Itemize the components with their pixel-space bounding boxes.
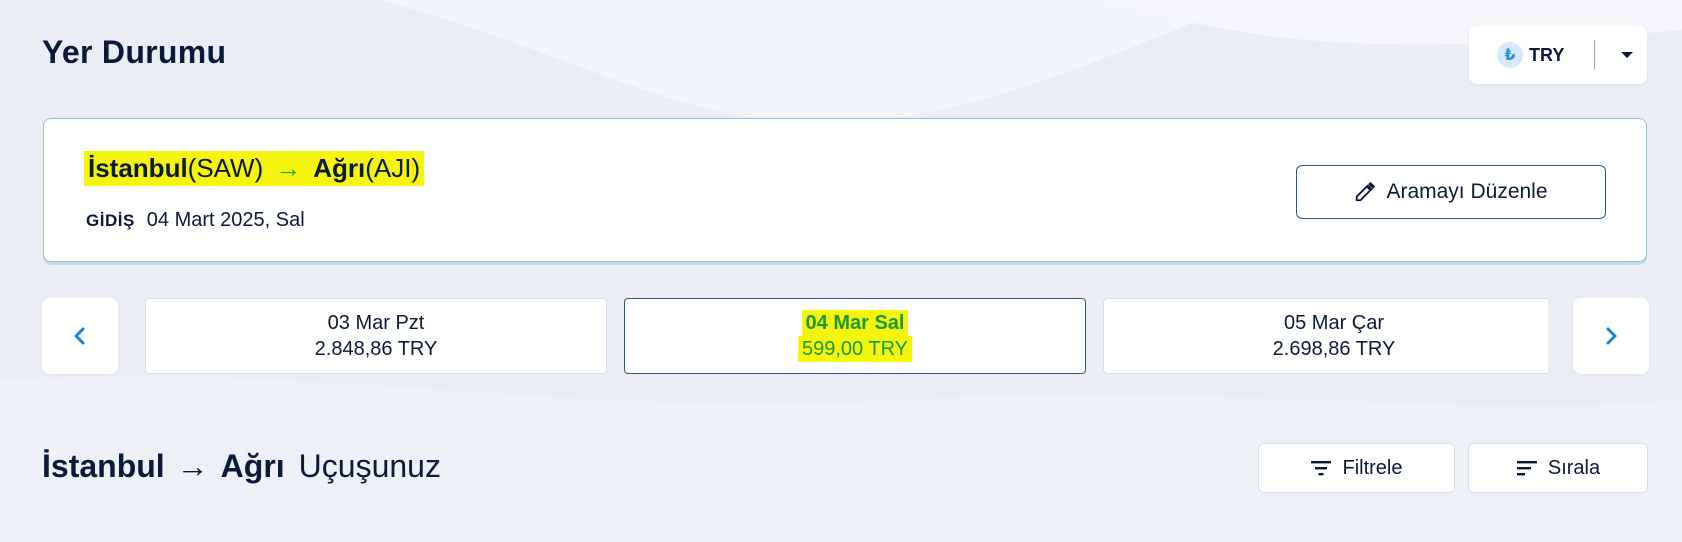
- filter-label: Filtrele: [1342, 456, 1403, 479]
- date-card[interactable]: 03 Mar Pzt 2.848,86 TRY: [145, 298, 607, 374]
- date-day: 04 Mar Sal: [801, 310, 909, 336]
- prev-date-button[interactable]: [42, 298, 118, 374]
- edit-search-label: Aramayı Düzenle: [1386, 180, 1548, 203]
- results-origin: İstanbul: [42, 448, 165, 484]
- date-day: 05 Mar Çar: [1283, 312, 1385, 334]
- currency-code: TRY: [1529, 44, 1565, 65]
- date-day: 03 Mar Pzt: [327, 312, 425, 334]
- destination-code: (AJI): [365, 153, 421, 183]
- origin-code: (SAW): [187, 153, 264, 183]
- departure-info: GİDİŞ 04 Mart 2025, Sal: [86, 209, 305, 232]
- date-card[interactable]: 05 Mar Çar 2.698,86 TRY: [1103, 298, 1548, 374]
- results-title: İstanbul → Ağrı Uçuşunuz: [42, 448, 441, 485]
- chevron-left-icon: [74, 327, 85, 345]
- filter-icon: [1311, 461, 1332, 476]
- chevron-right-icon: [1606, 327, 1617, 345]
- results-suffix: Uçuşunuz: [298, 448, 441, 484]
- sort-button[interactable]: Sırala: [1468, 443, 1648, 493]
- search-summary-card: İstanbul (SAW) → Ağrı (AJI) GİDİŞ 04 Mar…: [43, 118, 1647, 262]
- date-card-selected[interactable]: 04 Mar Sal 599,00 TRY: [624, 298, 1086, 374]
- lira-icon: ₺: [1497, 42, 1523, 68]
- divider: [1594, 40, 1596, 70]
- sort-label: Sırala: [1547, 456, 1601, 479]
- results-destination: Ağrı: [220, 448, 285, 484]
- date-price: 2.698,86 TRY: [1272, 338, 1396, 360]
- edit-search-button[interactable]: Aramayı Düzenle: [1296, 165, 1606, 219]
- origin-city: İstanbul: [88, 153, 188, 183]
- filter-button[interactable]: Filtrele: [1258, 443, 1455, 493]
- page-title: Yer Durumu: [42, 34, 227, 70]
- currency-selector[interactable]: ₺ TRY: [1469, 26, 1647, 84]
- pencil-icon: [1356, 181, 1376, 202]
- arrow-right-icon: →: [275, 153, 302, 183]
- next-date-button[interactable]: [1573, 298, 1649, 374]
- destination-city: Ağrı: [313, 153, 366, 183]
- date-price: 599,00 TRY: [797, 336, 912, 362]
- caret-down-icon[interactable]: [1621, 52, 1634, 58]
- departure-label: GİDİŞ: [86, 210, 135, 230]
- sort-icon: [1516, 461, 1537, 476]
- route-summary: İstanbul (SAW) → Ağrı (AJI): [84, 151, 425, 186]
- date-carousel: 03 Mar Pzt 2.848,86 TRY 04 Mar Sal 599,0…: [145, 298, 1548, 374]
- date-price: 2.848,86 TRY: [314, 338, 438, 360]
- arrow-right-icon: →: [176, 448, 209, 484]
- departure-date: 04 Mart 2025, Sal: [146, 209, 305, 231]
